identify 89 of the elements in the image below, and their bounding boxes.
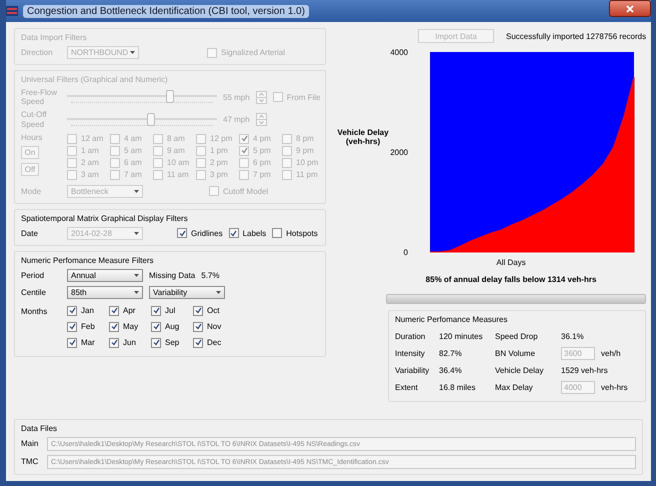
check-icon [152,339,160,346]
missing-data-value: 5.7% [201,270,220,280]
check-icon [110,339,118,346]
dropdown-arrow-icon [134,190,139,193]
x-axis-label: All Days [496,258,526,267]
unit-label: veh/h [601,349,621,358]
dropdown-arrow-icon [216,290,221,294]
checkbox[interactable]: Sep [151,338,193,348]
value-field[interactable]: 4000 [561,381,595,394]
measure-label: BN Volume [495,349,536,358]
check-icon [194,323,202,330]
field-label: Centile [21,288,47,297]
measure-value: 16.8 miles [439,383,476,392]
checkbox[interactable]: Jan [67,306,109,316]
field-label: Cut-Off Speed [21,110,48,129]
measure-label: Extent [395,383,419,392]
check-icon [178,230,186,237]
check-icon [152,323,160,330]
field-label: Direction [21,48,54,58]
checkbox[interactable]: Gridlines [177,228,223,238]
field-label: TMC [21,457,40,467]
checkbox[interactable]: May [109,322,151,332]
y-tick-label: 2000 [390,148,408,157]
checkbox[interactable]: Apr [109,306,151,316]
group-title: Spatiotemporal Matrix Graphical Display Filters [21,214,189,223]
dropdown-arrow-icon [134,232,139,235]
y-tick-label: 4000 [390,48,408,57]
y-tick-label: 0 [404,248,408,257]
check-icon [110,307,118,314]
field-label: Date [21,228,39,238]
group-title: Data Import Filters [21,33,88,42]
field-label: Free-Flow Speed [21,88,58,106]
measure-value: 36.1% [561,332,585,341]
measure-label: Duration [395,332,426,341]
checkbox[interactable]: Nov [193,322,235,332]
check-icon [68,339,76,346]
measure-label: Intensity [395,349,426,358]
measure-label: Vehicle Delay [495,366,544,375]
app-icon [6,6,18,16]
group-title: Numeric Perfomance Measure Filters [21,256,154,265]
chart-caption: 85% of annual delay falls below 1314 veh-hrs [426,275,596,284]
check-icon [68,323,76,330]
missing-data-label: Missing Data [149,270,196,280]
unit-label: veh-hrs [601,383,628,392]
measure-value: 120 minutes [439,332,484,341]
checkbox[interactable]: Feb [67,322,109,332]
checkbox[interactable]: Hotspots [272,228,318,238]
check-icon [230,230,238,237]
window-title: Congestion and Bottleneck Identification (CBI tool, version 1.0) [23,4,309,18]
slider-reading: 47 mph [223,115,250,124]
value-field[interactable]: 3600 [561,347,595,360]
date-picker[interactable]: 2014-02-28 [67,226,143,240]
checkbox[interactable]: Jun [109,338,151,348]
import-status: Successfully imported 1278756 records [506,32,646,40]
group-title: Numeric Perfomance Measures [395,315,508,324]
check-icon [194,307,202,314]
checkbox[interactable]: Mar [67,338,109,348]
field-label: Main [21,439,40,449]
dropdown[interactable]: Variability [149,286,225,299]
checkbox[interactable]: Jul [151,306,193,316]
measure-label: Variability [395,366,430,375]
check-icon [68,307,76,314]
check-icon [152,307,160,314]
close-icon [626,4,634,12]
field-label: Period [21,270,46,280]
checkbox[interactable]: Aug [151,322,193,332]
close-button[interactable] [609,0,651,17]
measure-label: Max Delay [495,383,534,392]
field-label: Months [21,306,48,316]
checkbox[interactable]: Oct [193,306,235,316]
measure-value: 82.7% [439,349,463,358]
check-icon [110,323,118,330]
y-axis-label: Vehicle Delay (veh-hrs) [336,128,390,146]
measure-value: 36.4% [439,366,463,375]
checkbox[interactable]: Labels [228,228,266,238]
dropdown[interactable]: 85th [67,286,143,299]
group-title: Universal Filters (Graphical and Numeric) [21,75,169,84]
measure-value: 1529 veh-hrs [561,366,609,375]
dropdown-arrow-icon [134,290,139,294]
dropdown-arrow-icon [134,274,139,277]
check-icon [194,339,202,346]
slider-reading: 55 mph [223,92,250,102]
dropdown-arrow-icon [130,51,135,54]
field-label: Mode [21,186,42,196]
checkbox[interactable]: Dec [193,338,235,348]
measure-label: Speed Drop [495,332,539,341]
dropdown[interactable]: Annual [67,268,143,282]
group-title: Data Files [21,424,58,433]
field-label: Hours [21,132,44,142]
